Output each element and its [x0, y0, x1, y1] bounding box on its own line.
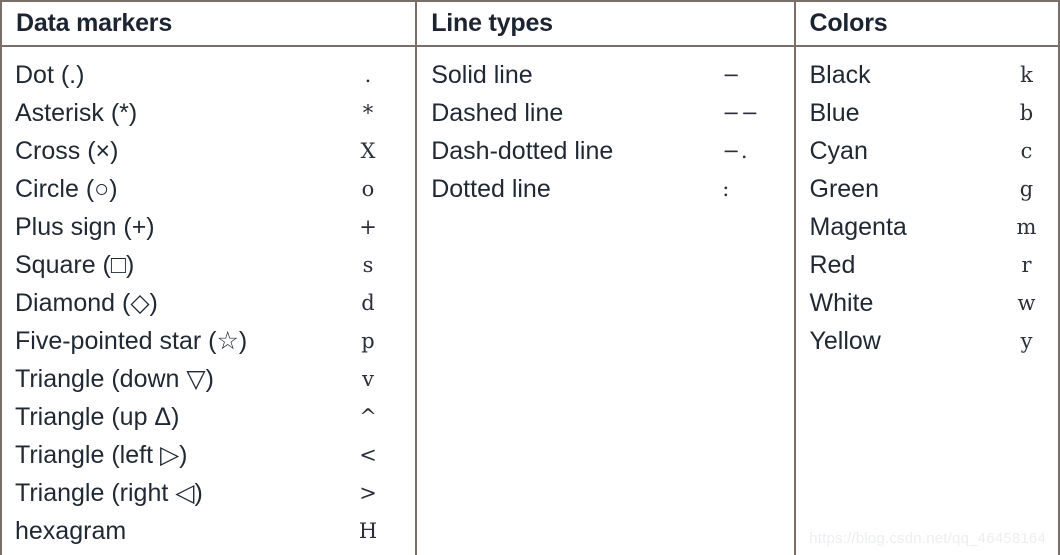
- column-header-label: Line types: [431, 9, 553, 37]
- row-label: Diamond (◇): [15, 288, 158, 317]
- row-label: Triangle (left ▷): [15, 440, 188, 469]
- row-label: Dot (.): [15, 60, 85, 89]
- row-label: Triangle (right ◁): [15, 478, 203, 507]
- row-code-symbol: >: [359, 480, 377, 505]
- row-label: Solid line: [431, 60, 533, 89]
- column-body-line-types: Solid line − Dashed line −− Dash-dotted line…: [417, 47, 793, 555]
- column-body-colors: Black k Blue b Cyan c Green g Magenta m Red r White w…: [796, 47, 1059, 555]
- row-code-symbol: k: [1020, 62, 1033, 87]
- table-row: Dot (.).: [2, 56, 415, 94]
- row-code-symbol: ^: [359, 404, 377, 429]
- row-code-symbol: +: [359, 214, 377, 239]
- row-code-symbol: v: [362, 366, 374, 391]
- row-label: Magenta: [809, 212, 907, 241]
- row-label: Triangle (up Δ): [15, 402, 180, 431]
- row-code-symbol: −: [722, 62, 741, 87]
- row-code-symbol: w: [1017, 290, 1036, 315]
- table-row: Dash-dotted line −.: [417, 132, 793, 170]
- row-code-symbol: :: [722, 176, 731, 201]
- row-code-symbol: c: [1020, 138, 1033, 163]
- table-row: Dotted line:: [417, 170, 793, 208]
- table-row: Yellow y: [796, 322, 1059, 360]
- row-label: Black: [809, 60, 871, 89]
- table-row: Plus sign (+) +: [2, 208, 415, 246]
- reference-table-page: Data markers Dot (.). Asterisk (*) * Cross …: [0, 0, 1060, 555]
- row-label: hexagram: [15, 516, 127, 545]
- row-code-symbol: *: [362, 100, 374, 125]
- row-label: Five-pointed star (☆): [15, 326, 248, 355]
- row-label: Dotted line: [431, 174, 551, 203]
- table-row: Triangle (right ◁) >: [2, 474, 415, 512]
- column-header-line-types: Line types: [417, 2, 794, 47]
- column-colors: Colors Black k Blue b Cyan c Green g Magenta m Red…: [793, 2, 1059, 555]
- column-header-data-markers: Data markers: [2, 2, 416, 47]
- table-row: Five-pointed star (☆) p: [2, 322, 415, 360]
- row-label: Plus sign (+): [15, 212, 155, 241]
- table-row: Circle (○) o: [2, 170, 415, 208]
- column-header-colors: Colors: [795, 2, 1058, 47]
- row-label: Square (□): [15, 250, 135, 279]
- row-label: Circle (○): [15, 174, 118, 203]
- row-code-symbol: −−: [722, 100, 760, 125]
- row-label: White: [809, 288, 874, 317]
- row-label: Triangle (down ▽): [15, 364, 214, 393]
- row-label: Asterisk (*): [15, 98, 138, 127]
- table-row: Square (□) s: [2, 246, 415, 284]
- table-row: White w: [796, 284, 1059, 322]
- row-code-symbol: b: [1019, 100, 1034, 125]
- column-line-types: Line types Solid line − Dashed line −− Dash-…: [415, 2, 794, 555]
- table-row: Magenta m: [796, 208, 1059, 246]
- table-row: Green g: [796, 170, 1059, 208]
- row-label: Blue: [809, 98, 860, 127]
- row-code-symbol: p: [361, 328, 375, 353]
- table-row: Red r: [796, 246, 1059, 284]
- table-row: Solid line −: [417, 56, 793, 94]
- row-code-symbol: o: [361, 176, 375, 201]
- table-row: Cross (×) X: [2, 132, 415, 170]
- column-header-label: Data markers: [16, 9, 173, 37]
- row-code-symbol: X: [360, 138, 376, 163]
- row-code-symbol: H: [358, 518, 378, 543]
- table-row: Black k: [796, 56, 1059, 94]
- row-code-symbol: m: [1016, 214, 1037, 239]
- table-row: Triangle (up Δ) ^: [2, 398, 415, 436]
- row-label: Green: [809, 174, 879, 203]
- table-row: Triangle (down ▽) v: [2, 360, 415, 398]
- table-row: Dashed line −−: [417, 94, 793, 132]
- column-header-label: Colors: [809, 9, 888, 37]
- table-row: hexagram H: [2, 512, 415, 550]
- row-label: Cyan: [809, 136, 868, 165]
- row-code-symbol: <: [359, 442, 377, 467]
- table-row: Triangle (left ▷) <: [2, 436, 415, 474]
- table-row: Asterisk (*) *: [2, 94, 415, 132]
- row-code-symbol: g: [1019, 176, 1034, 201]
- row-label: Yellow: [809, 326, 881, 355]
- table-row: Cyan c: [796, 132, 1059, 170]
- row-code-symbol: d: [361, 290, 375, 315]
- plot-style-reference-table: Data markers Dot (.). Asterisk (*) * Cross …: [0, 0, 1060, 555]
- row-code-symbol: s: [362, 252, 374, 277]
- row-label: Red: [809, 250, 856, 279]
- row-label: Dashed line: [431, 98, 564, 127]
- row-code-symbol: .: [364, 62, 372, 87]
- row-code-symbol: y: [1020, 328, 1033, 353]
- row-label: Cross (×): [15, 136, 119, 165]
- table-row: Blue b: [796, 94, 1059, 132]
- row-code-symbol: r: [1021, 252, 1032, 277]
- row-label: Dash-dotted line: [431, 136, 614, 165]
- table-row: Diamond (◇) d: [2, 284, 415, 322]
- column-body-data-markers: Dot (.). Asterisk (*) * Cross (×) X Circle (○…: [2, 47, 415, 555]
- column-data-markers: Data markers Dot (.). Asterisk (*) * Cross …: [2, 2, 416, 555]
- row-code-symbol: −.: [722, 138, 749, 163]
